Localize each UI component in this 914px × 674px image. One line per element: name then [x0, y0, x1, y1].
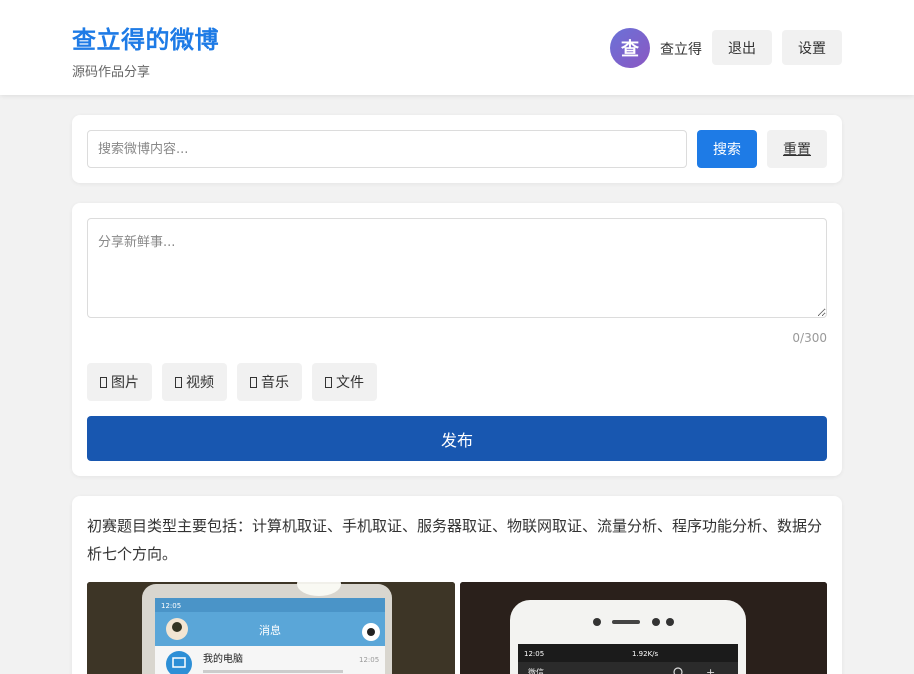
search-card: 搜索 重置	[72, 115, 842, 183]
phone-status-time: 12:05	[161, 602, 181, 610]
search-button[interactable]: 搜索	[697, 130, 757, 168]
phone-screen-title: 消息	[259, 623, 281, 637]
post-text: 初赛题目类型主要包括：计算机取证、手机取证、服务器取证、物联网取证、流量分析、程…	[87, 517, 823, 563]
phone-row-time: 12:05	[359, 656, 379, 664]
phone-photo-2: 12:05 1.92K/s 微信 +	[460, 582, 827, 674]
phone2-app-label: 微信	[528, 667, 544, 674]
site-title[interactable]: 查立得的微博	[72, 20, 219, 55]
char-counter: 0/300	[792, 331, 827, 345]
music-upload-label: 音乐	[261, 375, 289, 391]
svg-text:+: +	[706, 666, 715, 674]
video-icon	[175, 376, 182, 388]
compose-textarea[interactable]	[87, 218, 827, 318]
video-upload-label: 视频	[186, 375, 214, 391]
post-card: 初赛题目类型主要包括：计算机取证、手机取证、服务器取证、物联网取证、流量分析、程…	[72, 496, 842, 674]
file-upload-button[interactable]: 文件	[312, 363, 377, 401]
logout-button[interactable]: 退出	[712, 30, 772, 65]
username[interactable]: 查立得	[660, 39, 702, 59]
search-input[interactable]	[87, 130, 687, 168]
reset-button[interactable]: 重置	[767, 130, 827, 168]
site-subtitle: 源码作品分享	[72, 65, 151, 80]
music-upload-button[interactable]: 音乐	[237, 363, 302, 401]
compose-card: 0/300 图片 视频 音乐 文件 发布	[72, 203, 842, 476]
post-image-2[interactable]: 12:05 1.92K/s 微信 +	[460, 582, 827, 674]
image-upload-button[interactable]: 图片	[87, 363, 152, 401]
video-upload-button[interactable]: 视频	[162, 363, 227, 401]
settings-button[interactable]: 设置	[782, 30, 842, 65]
phone-row-label: 我的电脑	[203, 652, 243, 665]
music-icon	[250, 376, 257, 388]
phone2-status-speed: 1.92K/s	[632, 650, 659, 658]
file-upload-label: 文件	[336, 375, 364, 391]
publish-button[interactable]: 发布	[87, 416, 827, 461]
top-header: 查立得的微博 源码作品分享 查 查立得 退出 设置	[0, 0, 914, 95]
phone2-status-time: 12:05	[524, 650, 544, 658]
file-icon	[325, 376, 332, 388]
phone-photo-1: 12:05 消息 我的电脑 12:05	[87, 582, 455, 674]
image-upload-label: 图片	[111, 375, 139, 391]
image-icon	[100, 376, 107, 388]
post-image-1[interactable]: 12:05 消息 我的电脑 12:05	[87, 582, 455, 674]
avatar[interactable]: 查	[610, 28, 650, 68]
